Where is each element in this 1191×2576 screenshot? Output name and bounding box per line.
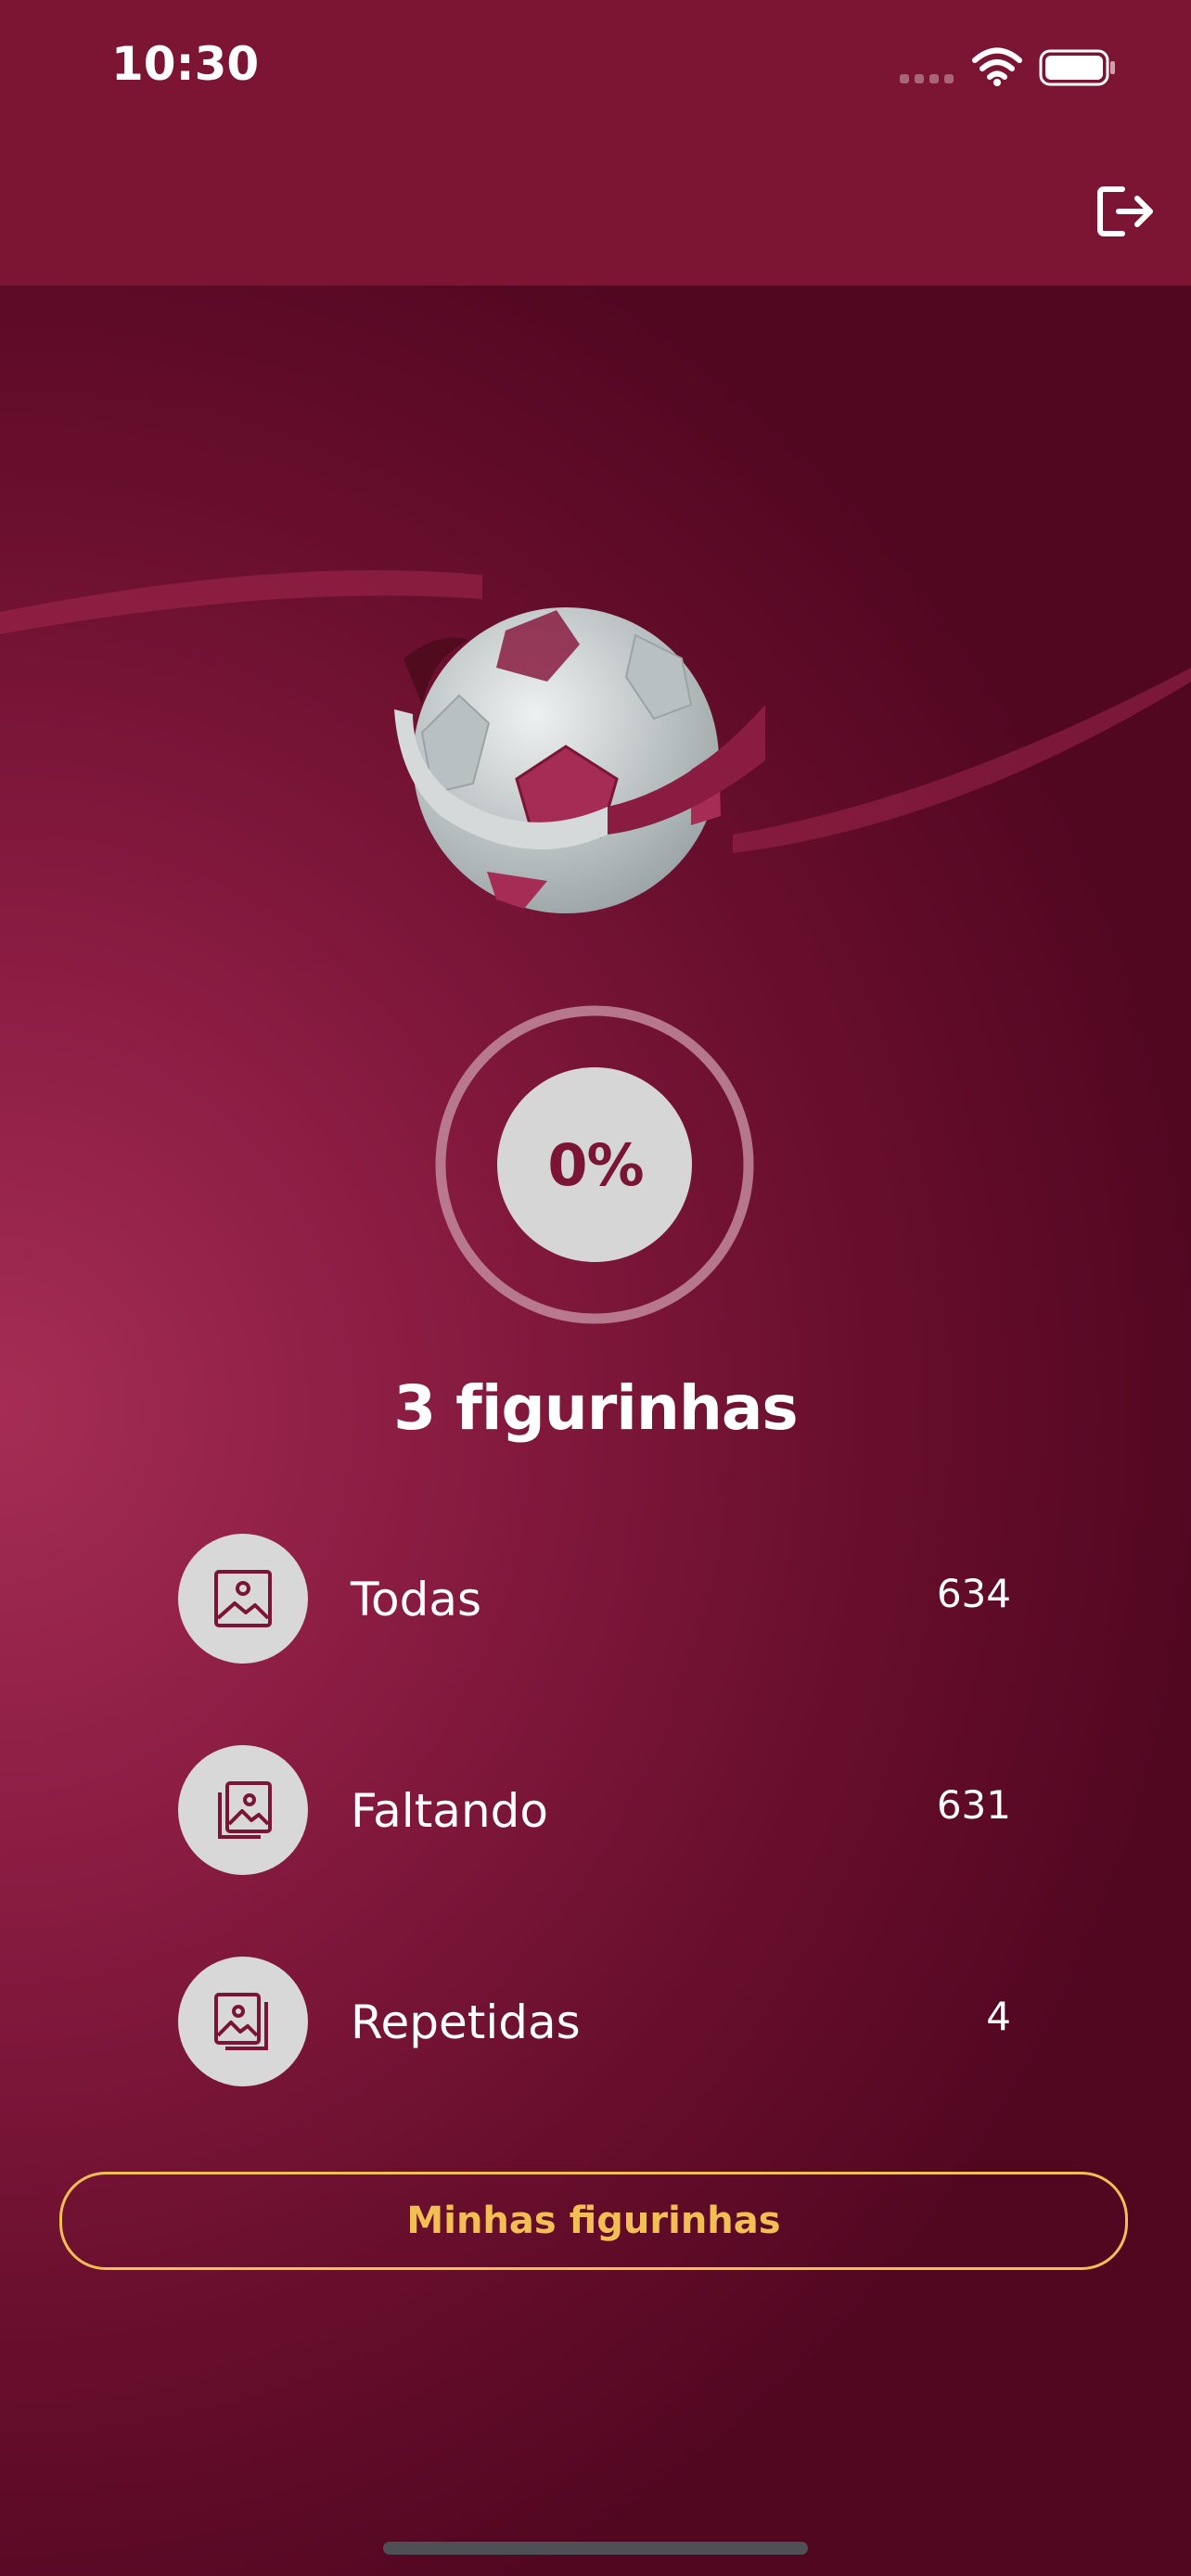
images-stack-icon <box>218 1781 272 1839</box>
stat-label: Todas <box>351 1573 482 1626</box>
soccer-ball-illustration <box>394 607 765 913</box>
battery-icon <box>1039 49 1115 86</box>
home-indicator <box>383 2542 808 2555</box>
cellular-signal-icon <box>900 74 957 85</box>
stat-row-all[interactable]: Todas 634 <box>178 1534 1011 1664</box>
image-icon <box>214 1570 272 1627</box>
stat-icon-circle <box>178 1745 308 1875</box>
status-bar: 10:30 <box>0 0 1191 139</box>
progress-percent: 0% <box>547 1131 644 1199</box>
logout-button[interactable] <box>1091 178 1158 245</box>
stat-value: 4 <box>986 1994 1011 2039</box>
stat-icon-circle <box>178 1534 308 1664</box>
images-duplicate-icon <box>214 1993 268 2050</box>
my-stickers-button[interactable]: Minhas figurinhas <box>59 2172 1128 2270</box>
stat-label: Repetidas <box>351 1996 581 2049</box>
sticker-count-title: 3 figurinhas <box>393 1372 798 1444</box>
status-time: 10:30 <box>111 37 260 91</box>
stat-row-duplicates[interactable]: Repetidas 4 <box>178 1957 1011 2086</box>
stat-label: Faltando <box>351 1784 548 1838</box>
wifi-icon <box>972 47 1022 86</box>
logout-icon <box>1097 186 1153 236</box>
stat-value: 631 <box>936 1782 1011 1828</box>
stat-row-missing[interactable]: Faltando 631 <box>178 1745 1011 1875</box>
stat-icon-circle <box>178 1957 308 2086</box>
stat-value: 634 <box>936 1571 1011 1616</box>
